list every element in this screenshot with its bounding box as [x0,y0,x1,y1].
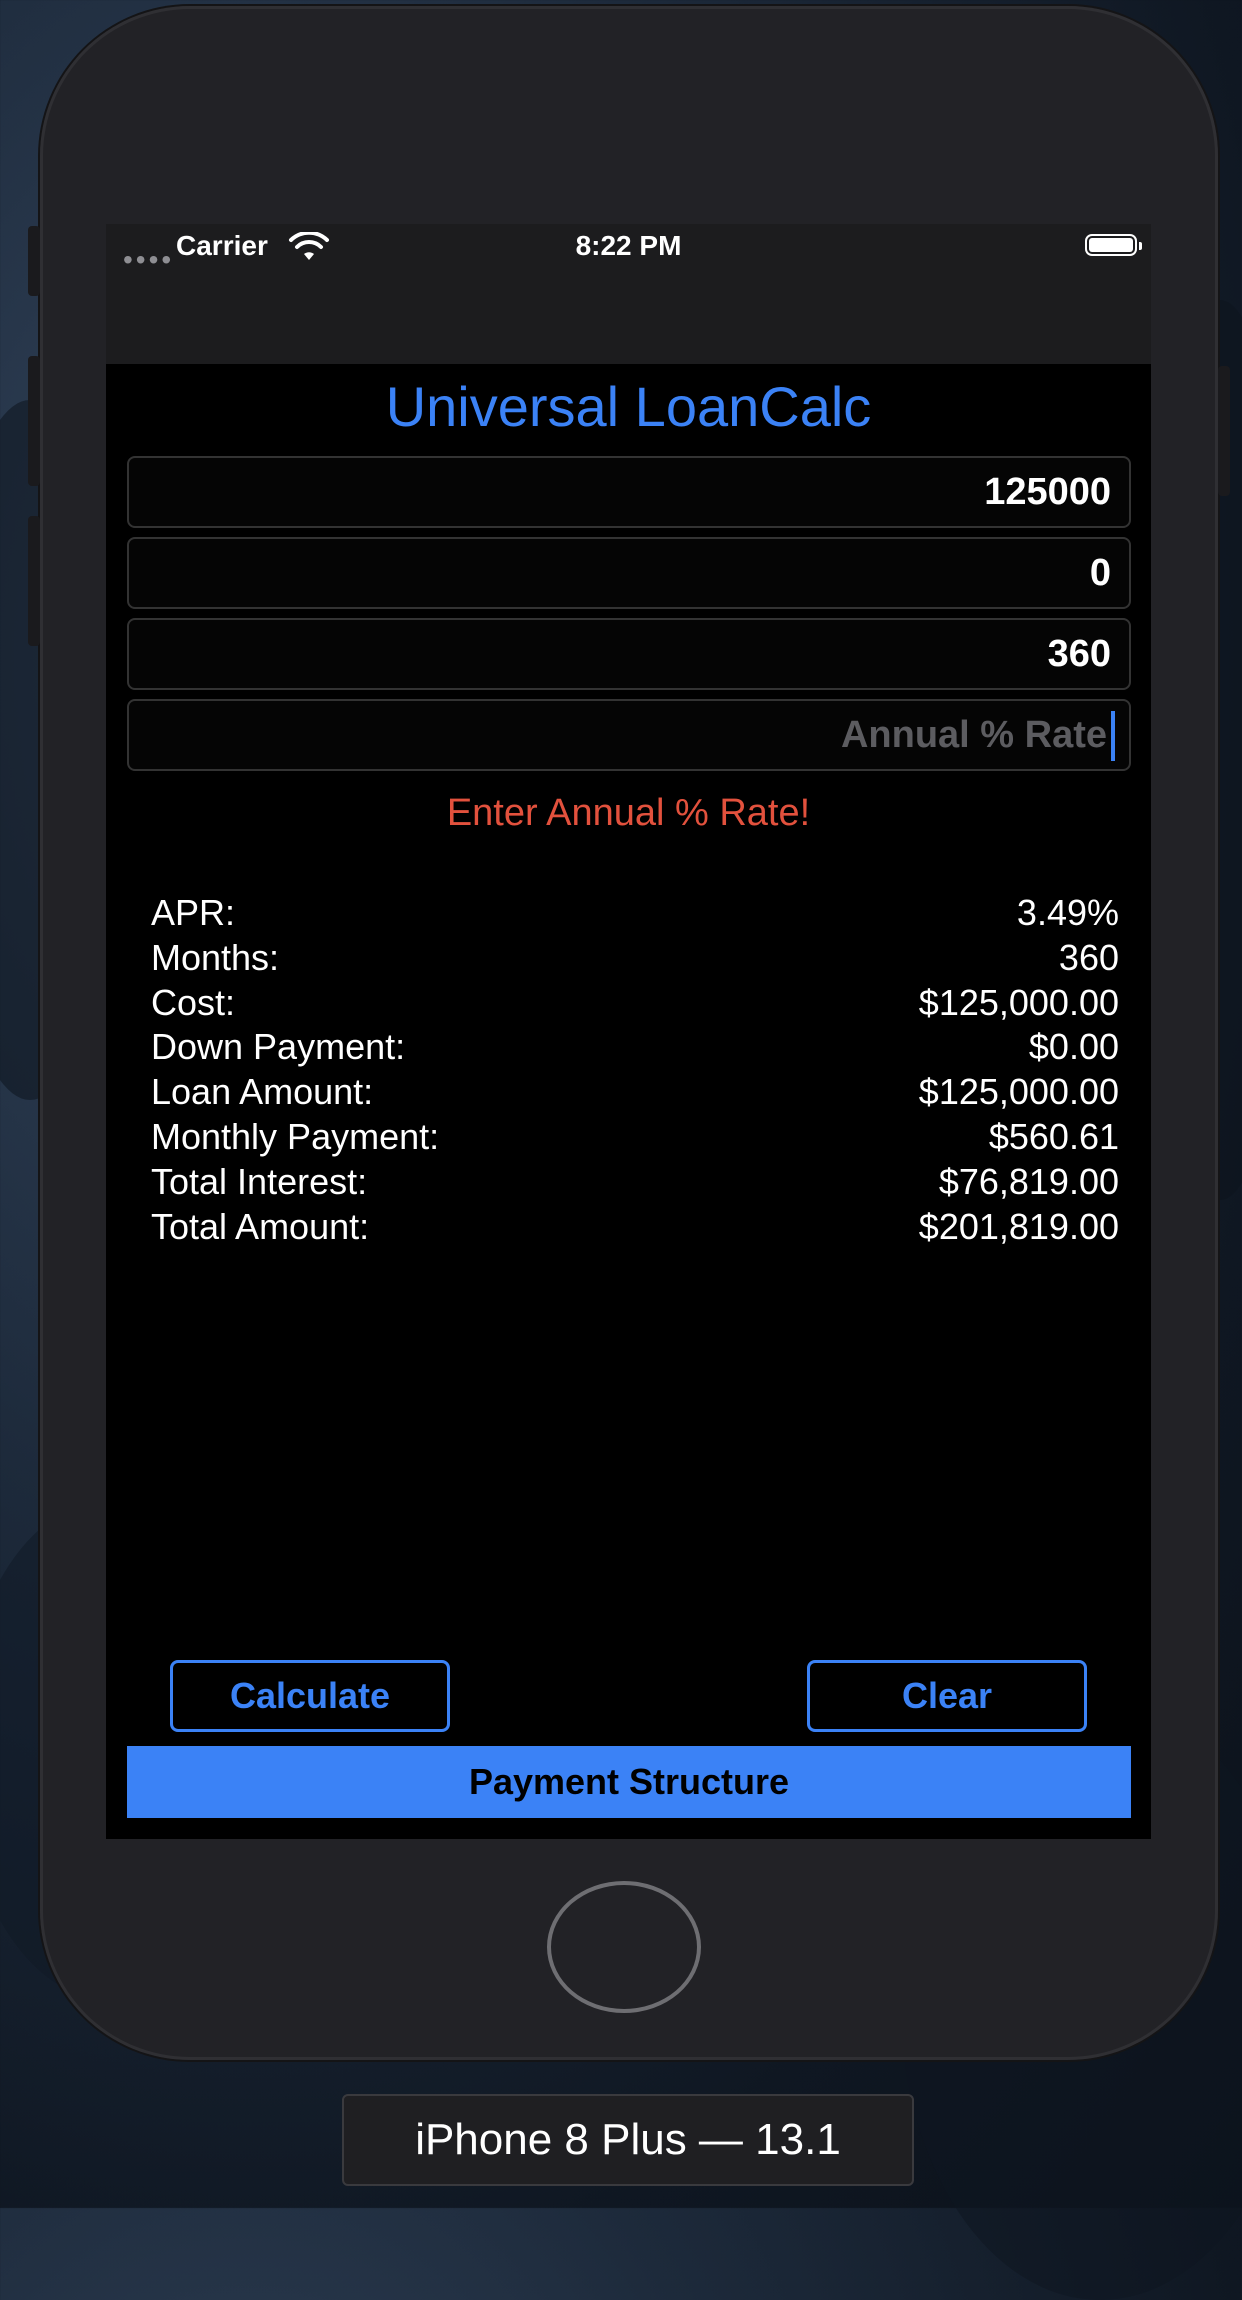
cost-field[interactable]: 125000 [127,456,1131,528]
volume-up-button [28,356,40,486]
annual-rate-input[interactable] [129,701,1107,770]
app-title: Universal LoanCalc [385,375,872,438]
result-value: $125,000.00 [918,981,1119,1023]
battery-icon [1085,234,1142,256]
result-value: $0.00 [1028,1026,1119,1068]
result-row-total-amount: Total Amount: $201,819.00 [151,1206,1119,1251]
result-value: $76,819.00 [938,1160,1119,1202]
annual-rate-field[interactable] [127,699,1131,771]
result-row-apr: APR: 3.49% [151,892,1119,937]
result-label: Monthly Payment: [151,1115,440,1157]
result-value: 3.49% [1016,892,1119,933]
down-payment-field[interactable]: 0 [127,537,1131,609]
home-button[interactable] [547,1881,701,2013]
result-row-cost: Cost: $125,000.00 [151,982,1119,1027]
result-label: Cost: [151,981,236,1023]
down-payment-value: 0 [1089,552,1111,594]
result-row-loan-amount: Loan Amount: $125,000.00 [151,1071,1119,1116]
status-bar: •••• Carrier 8:22 PM [106,224,1151,364]
device-label: iPhone 8 Plus — 13.1 [342,2094,914,2186]
result-value: 360 [1058,936,1119,978]
result-value: $125,000.00 [918,1071,1119,1113]
result-label: Total Amount: [151,1205,370,1247]
results-list: APR: 3.49% Months: 360 Cost: $125,000.00… [151,892,1119,1250]
error-message: Enter Annual % Rate! [446,792,811,834]
result-value: $201,819.00 [918,1205,1119,1247]
mute-switch [28,226,40,296]
result-row-total-interest: Total Interest: $76,819.00 [151,1161,1119,1206]
result-label: Months: [151,936,280,978]
result-row-down-payment: Down Payment: $0.00 [151,1026,1119,1071]
result-label: Loan Amount: [151,1071,374,1113]
status-time: 8:22 PM [575,230,682,261]
result-row-months: Months: 360 [151,937,1119,982]
result-label: Down Payment: [151,1026,406,1068]
payment-structure-button[interactable]: Payment Structure [127,1746,1131,1818]
result-value: $560.61 [988,1115,1119,1157]
result-label: Total Interest: [151,1160,368,1202]
phone-screen: •••• Carrier 8:22 PM Universal LoanCalc … [106,224,1151,1839]
power-button [1218,366,1230,496]
months-field[interactable]: 360 [127,618,1131,690]
result-row-monthly-payment: Monthly Payment: $560.61 [151,1116,1119,1161]
calculate-button[interactable]: Calculate [170,1660,450,1732]
volume-down-button [28,516,40,646]
months-value: 360 [1047,633,1111,675]
text-cursor [1111,711,1115,761]
clear-button[interactable]: Clear [807,1660,1087,1732]
result-label: APR: [151,892,236,933]
cost-value: 125000 [984,471,1111,513]
